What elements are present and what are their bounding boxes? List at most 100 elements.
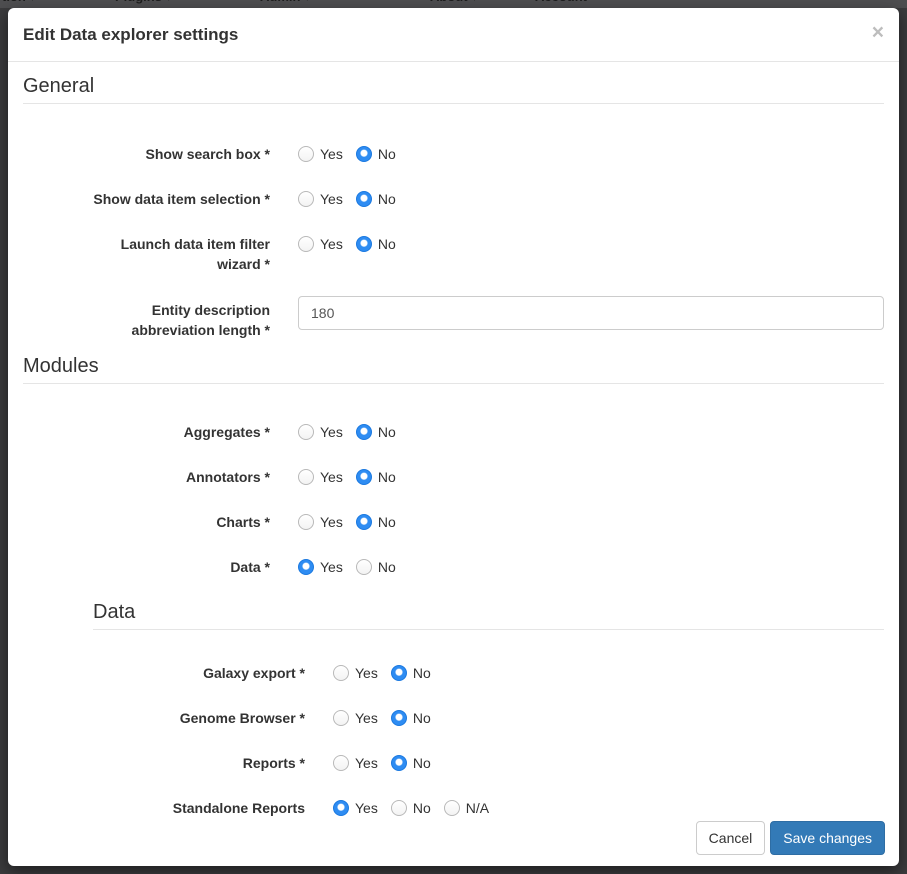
radio-selected-icon[interactable] bbox=[356, 514, 372, 530]
radio-option-no[interactable]: No bbox=[356, 144, 396, 164]
radio-option-label: N/A bbox=[466, 798, 489, 818]
radio-option-label: No bbox=[378, 557, 396, 577]
section-general: General Show search box * YesNo Show dat… bbox=[23, 62, 884, 340]
field-label: Launch data item filter wizard * bbox=[23, 234, 270, 274]
radio-unselected-icon[interactable] bbox=[356, 559, 372, 575]
radio-group-show-data-item-selection: Yes No bbox=[298, 189, 884, 212]
nav-item-admin: Admin ▾ bbox=[260, 0, 311, 7]
radio-unselected-icon[interactable] bbox=[298, 424, 314, 440]
radio-selected-icon[interactable] bbox=[298, 559, 314, 575]
radio-option-label: No bbox=[378, 467, 396, 487]
radio-option-yes[interactable]: Yes bbox=[333, 708, 378, 728]
radio-selected-icon[interactable] bbox=[356, 191, 372, 207]
radio-option-yes[interactable]: Yes bbox=[298, 144, 343, 164]
field-row-show-data-item-selection: Show data item selection * Yes No bbox=[23, 189, 884, 212]
field-row-charts: Charts * Yes No bbox=[23, 512, 884, 535]
radio-option-yes[interactable]: Yes bbox=[298, 467, 343, 487]
radio-selected-icon[interactable] bbox=[356, 146, 372, 162]
radio-group-standalone-reports: Yes No N/A bbox=[333, 798, 884, 821]
field-row-data: Data * YesNo bbox=[23, 557, 884, 580]
radio-group-data: Yes No bbox=[298, 557, 884, 580]
field-label: Reports * bbox=[23, 753, 305, 773]
radio-option-no[interactable]: No bbox=[356, 557, 396, 577]
radio-group-charts: Yes No bbox=[298, 512, 884, 535]
radio-option-yes[interactable]: Yes bbox=[298, 234, 343, 254]
radio-option-label: Yes bbox=[355, 663, 378, 683]
radio-option-label: No bbox=[413, 663, 431, 683]
radio-unselected-icon[interactable] bbox=[298, 236, 314, 252]
nav-item-about: About ▾ bbox=[430, 0, 478, 7]
section-heading-modules: Modules bbox=[23, 340, 884, 384]
radio-option-no[interactable]: No bbox=[356, 422, 396, 442]
radio-option-label: Yes bbox=[320, 512, 343, 532]
modal-footer: Cancel Save changes bbox=[8, 821, 899, 866]
radio-unselected-icon[interactable] bbox=[333, 665, 349, 681]
radio-selected-icon[interactable] bbox=[333, 800, 349, 816]
radio-unselected-icon[interactable] bbox=[298, 469, 314, 485]
field-label: Standalone Reports bbox=[23, 798, 305, 818]
radio-selected-icon[interactable] bbox=[356, 424, 372, 440]
radio-unselected-icon[interactable] bbox=[333, 755, 349, 771]
radio-option-label: Yes bbox=[320, 422, 343, 442]
field-label: Show search box * bbox=[23, 144, 270, 164]
radio-option-yes[interactable]: Yes bbox=[333, 663, 378, 683]
radio-option-label: Yes bbox=[320, 144, 343, 164]
radio-option-no[interactable]: No bbox=[391, 663, 431, 683]
radio-unselected-icon[interactable] bbox=[444, 800, 460, 816]
radio-option-yes[interactable]: Yes bbox=[298, 512, 343, 532]
radio-unselected-icon[interactable] bbox=[298, 514, 314, 530]
radio-option-no[interactable]: No bbox=[356, 189, 396, 209]
radio-option-label: No bbox=[378, 422, 396, 442]
nav-item-plugins: Plugins ▾ bbox=[115, 0, 172, 7]
radio-option-label: Yes bbox=[320, 189, 343, 209]
field-row-galaxy-export: Galaxy export * YesNo bbox=[23, 663, 884, 686]
radio-unselected-icon[interactable] bbox=[298, 191, 314, 207]
radio-unselected-icon[interactable] bbox=[391, 800, 407, 816]
cancel-button[interactable]: Cancel bbox=[696, 821, 766, 855]
radio-group-launch-wizard: Yes No bbox=[298, 234, 884, 257]
radio-option-yes[interactable]: Yes bbox=[298, 422, 343, 442]
field-row-genome-browser: Genome Browser * Yes No bbox=[23, 708, 884, 731]
radio-option-label: No bbox=[378, 234, 396, 254]
field-row-reports: Reports * Yes No bbox=[23, 753, 884, 776]
radio-option-yes[interactable]: Yes bbox=[298, 189, 343, 209]
close-icon[interactable]: × bbox=[872, 24, 884, 42]
radio-option-label: No bbox=[378, 512, 396, 532]
entity-description-abbreviation-length-input[interactable] bbox=[298, 296, 884, 330]
field-label: Show data item selection * bbox=[23, 189, 270, 209]
radio-selected-icon[interactable] bbox=[391, 755, 407, 771]
radio-option-na[interactable]: N/A bbox=[444, 798, 489, 818]
section-heading-data: Data bbox=[93, 580, 884, 630]
radio-option-yes[interactable]: Yes bbox=[333, 753, 378, 773]
field-label: Charts * bbox=[23, 512, 270, 532]
radio-option-no[interactable]: No bbox=[356, 467, 396, 487]
edit-data-explorer-settings-modal: Edit Data explorer settings × General Sh… bbox=[8, 8, 899, 866]
radio-option-no[interactable]: No bbox=[391, 753, 431, 773]
field-label: Genome Browser * bbox=[23, 708, 305, 728]
field-row-launch-data-item-filter-wizard: Launch data item filter wizard * Yes No bbox=[23, 234, 884, 274]
field-row-aggregates: Aggregates * YesNo bbox=[23, 422, 884, 445]
radio-option-label: Yes bbox=[355, 753, 378, 773]
radio-group-galaxy-export: Yes No bbox=[333, 663, 884, 686]
radio-unselected-icon[interactable] bbox=[333, 710, 349, 726]
radio-option-no[interactable]: No bbox=[356, 512, 396, 532]
section-data: Data Galaxy export * YesNo Genome Browse… bbox=[23, 580, 884, 821]
radio-option-no[interactable]: No bbox=[356, 234, 396, 254]
save-changes-button[interactable]: Save changes bbox=[770, 821, 885, 855]
radio-group-genome-browser: Yes No bbox=[333, 708, 884, 731]
field-row-show-search-box: Show search box * Yes No bbox=[23, 144, 884, 167]
background-navbar: tion ▾ Plugins ▾ Admin ▾ About ▾ Account bbox=[0, 0, 907, 8]
radio-selected-icon[interactable] bbox=[356, 469, 372, 485]
radio-selected-icon[interactable] bbox=[391, 710, 407, 726]
field-row-annotators: Annotators * YesNo bbox=[23, 467, 884, 490]
radio-group-show-search-box: Yes No bbox=[298, 144, 884, 167]
radio-option-no[interactable]: No bbox=[391, 798, 431, 818]
field-row-standalone-reports: Standalone Reports Yes No N/A bbox=[23, 798, 884, 821]
radio-option-no[interactable]: No bbox=[391, 708, 431, 728]
radio-unselected-icon[interactable] bbox=[298, 146, 314, 162]
radio-option-yes[interactable]: Yes bbox=[298, 557, 343, 577]
modal-body: General Show search box * YesNo Show dat… bbox=[8, 62, 899, 821]
radio-option-yes[interactable]: Yes bbox=[333, 798, 378, 818]
radio-selected-icon[interactable] bbox=[356, 236, 372, 252]
radio-selected-icon[interactable] bbox=[391, 665, 407, 681]
